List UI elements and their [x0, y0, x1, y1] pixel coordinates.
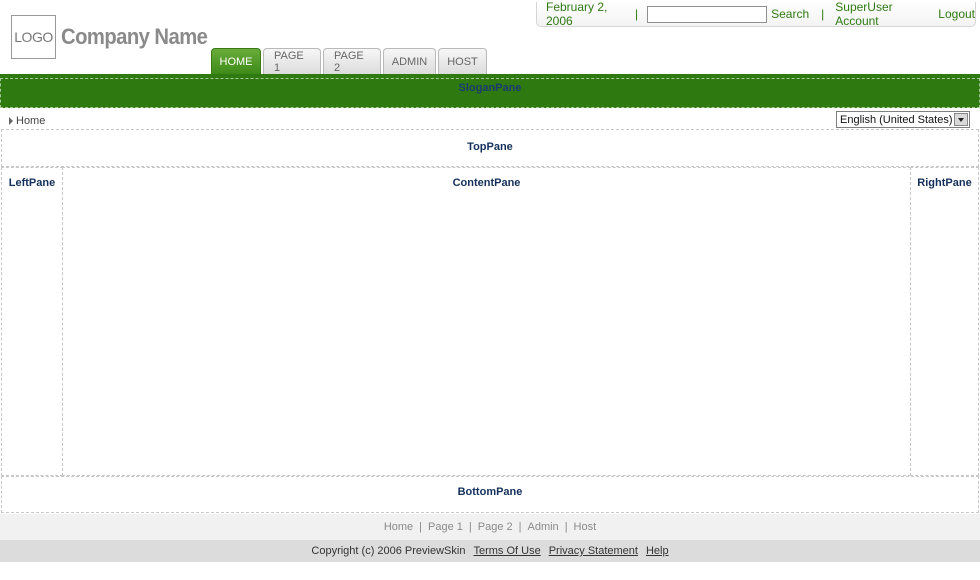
date-separator: | — [635, 7, 639, 21]
footer-link-host[interactable]: Host — [574, 521, 597, 533]
footer-separator: | — [518, 521, 522, 533]
account-link[interactable]: SuperUser Account — [835, 0, 930, 28]
account-separator: | — [821, 7, 825, 21]
utility-bar: February 2, 2006 | Search | SuperUser Ac… — [536, 0, 976, 28]
search-input[interactable] — [647, 5, 768, 23]
breadcrumb: Home — [9, 115, 45, 127]
dropdown-arrow-icon[interactable] — [954, 113, 968, 126]
content-pane: ContentPane — [62, 167, 911, 476]
top-pane: TopPane — [1, 129, 979, 167]
logout-link[interactable]: Logout — [938, 7, 975, 21]
footer-link-admin[interactable]: Admin — [528, 521, 559, 533]
tab-host[interactable]: HOST — [438, 48, 487, 74]
left-pane: LeftPane — [1, 167, 63, 476]
footer-nav: Home | Page 1 | Page 2 | Admin | Host — [0, 514, 980, 540]
company-name: Company Name — [61, 24, 208, 49]
logo-text: LOGO — [14, 29, 53, 45]
breadcrumb-home-link[interactable]: Home — [16, 115, 45, 127]
bottom-pane-label: BottomPane — [457, 486, 523, 498]
top-pane-label: TopPane — [467, 141, 513, 153]
left-pane-label: LeftPane — [8, 177, 56, 189]
content-pane-label: ContentPane — [452, 177, 521, 189]
footer-link-page-2[interactable]: Page 2 — [478, 521, 513, 533]
footer-link-home[interactable]: Home — [384, 521, 413, 533]
slogan-pane-label: SloganPane — [458, 82, 522, 94]
footer-link-page-1[interactable]: Page 1 — [428, 521, 463, 533]
footer-separator: | — [468, 521, 472, 533]
language-select[interactable]: English (United States) — [836, 111, 970, 128]
terms-of-use-link[interactable]: Terms Of Use — [473, 545, 540, 557]
bottom-pane: BottomPane — [1, 476, 979, 513]
privacy-statement-link[interactable]: Privacy Statement — [549, 545, 638, 557]
breadcrumb-arrow-icon — [9, 117, 13, 125]
tab-page-2[interactable]: PAGE 2 — [323, 48, 381, 74]
main-nav-tabs: HOME PAGE 1 PAGE 2 ADMIN HOST — [211, 48, 489, 74]
tab-admin[interactable]: ADMIN — [383, 48, 436, 74]
right-pane-label: RightPane — [917, 177, 972, 189]
help-link[interactable]: Help — [646, 545, 669, 557]
tab-home[interactable]: HOME — [211, 48, 261, 74]
copyright-text: Copyright (c) 2006 PreviewSkin — [311, 545, 466, 557]
footer-separator: | — [564, 521, 568, 533]
copyright-bar: Copyright (c) 2006 PreviewSkin Terms Of … — [0, 540, 980, 562]
language-selected-value: English (United States) — [840, 113, 953, 126]
footer-separator: | — [419, 521, 423, 533]
right-pane: RightPane — [910, 167, 979, 476]
logo[interactable]: LOGO — [11, 15, 56, 59]
slogan-pane: SloganPane — [0, 78, 980, 108]
current-date: February 2, 2006 — [546, 0, 608, 28]
tab-page-1[interactable]: PAGE 1 — [263, 48, 321, 74]
search-button[interactable]: Search — [771, 7, 809, 21]
